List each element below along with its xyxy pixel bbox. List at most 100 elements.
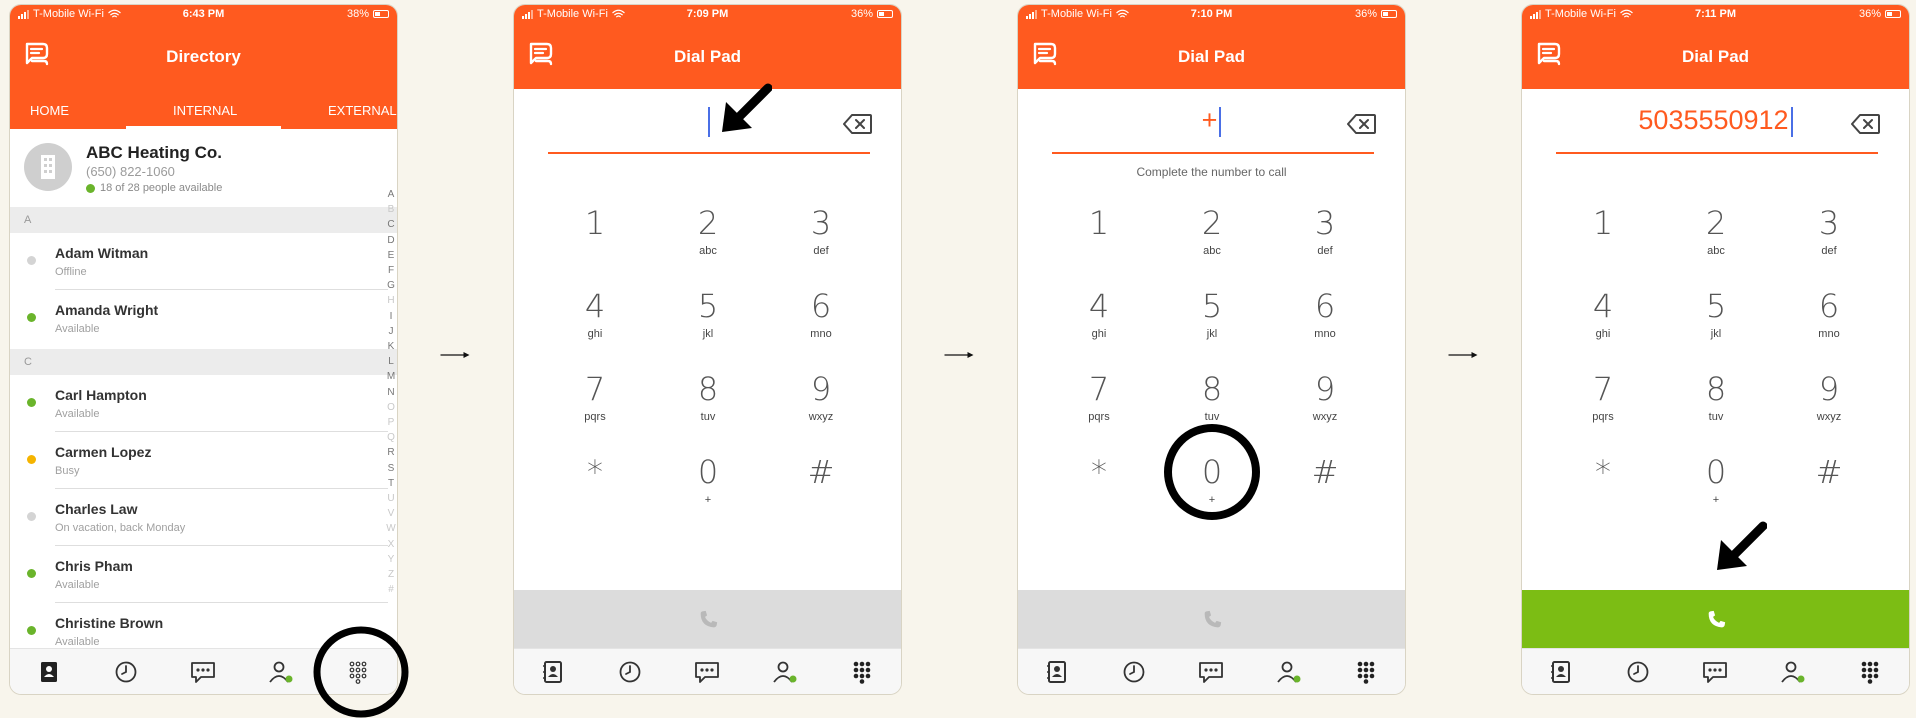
dialpad-icon[interactable]	[849, 659, 875, 685]
recents-clock-icon[interactable]	[1121, 659, 1147, 685]
key-5[interactable]: 5 jkl	[673, 290, 743, 346]
index-letter[interactable]: R	[387, 445, 394, 460]
directory-icon[interactable]	[1044, 659, 1070, 685]
key-5[interactable]: 5 jkl	[1681, 290, 1751, 346]
key-2[interactable]: 2 abc	[1681, 207, 1751, 263]
contact-row[interactable]: Charles Law On vacation, back Monday	[10, 489, 390, 546]
number-entry-field[interactable]: +	[1052, 105, 1371, 139]
number-entry-field[interactable]	[548, 105, 867, 139]
index-letter[interactable]: C	[387, 217, 394, 232]
presence-person-icon[interactable]	[1780, 659, 1806, 685]
directory-icon[interactable]	[1548, 659, 1574, 685]
contact-row[interactable]: Carmen Lopez Busy	[10, 432, 390, 489]
key-hash[interactable]: #	[1794, 456, 1864, 512]
call-button[interactable]	[1522, 590, 1909, 650]
messages-icon[interactable]	[694, 659, 720, 685]
key-8[interactable]: 8 tuv	[673, 373, 743, 429]
key-6[interactable]: 6 mno	[786, 290, 856, 346]
contact-row[interactable]: Adam Witman Offline	[10, 233, 390, 290]
key-star[interactable]: *	[1064, 456, 1134, 512]
key-9[interactable]: 9 wxyz	[1290, 373, 1360, 429]
key-6[interactable]: 6 mno	[1794, 290, 1864, 346]
index-letter[interactable]: Z	[388, 567, 394, 582]
tab-internal[interactable]: INTERNAL	[173, 103, 237, 118]
key-2[interactable]: 2 abc	[1177, 207, 1247, 263]
index-letter[interactable]: M	[387, 369, 395, 384]
key-3[interactable]: 3 def	[786, 207, 856, 263]
index-letter[interactable]: N	[387, 385, 394, 400]
index-letter[interactable]: I	[390, 309, 393, 324]
index-letter[interactable]: P	[388, 415, 395, 430]
index-letter[interactable]: H	[387, 293, 394, 308]
key-7[interactable]: 7 pqrs	[560, 373, 630, 429]
key-hash[interactable]: #	[1290, 456, 1360, 512]
index-letter[interactable]: B	[388, 202, 395, 217]
key-2[interactable]: 2 abc	[673, 207, 743, 263]
key-0[interactable]: 0 +	[1681, 456, 1751, 512]
key-4[interactable]: 4 ghi	[1064, 290, 1134, 346]
messages-icon[interactable]	[1702, 659, 1728, 685]
dialpad-icon[interactable]	[1857, 659, 1883, 685]
index-letter[interactable]: U	[387, 491, 394, 506]
recents-clock-icon[interactable]	[617, 659, 643, 685]
key-7[interactable]: 7 pqrs	[1064, 373, 1134, 429]
key-9[interactable]: 9 wxyz	[786, 373, 856, 429]
key-1[interactable]: 1	[1568, 207, 1638, 263]
recents-clock-icon[interactable]	[1625, 659, 1651, 685]
recents-clock-icon[interactable]	[113, 659, 139, 685]
directory-icon[interactable]	[36, 659, 62, 685]
key-star[interactable]: *	[560, 456, 630, 512]
presence-person-icon[interactable]	[772, 659, 798, 685]
index-letter[interactable]: K	[388, 339, 395, 354]
messages-icon[interactable]	[1198, 659, 1224, 685]
contact-row[interactable]: Carl Hampton Available	[10, 375, 390, 432]
key-9[interactable]: 9 wxyz	[1794, 373, 1864, 429]
contact-row[interactable]: Chris Pham Available	[10, 546, 390, 603]
index-letter[interactable]: S	[388, 461, 395, 476]
backspace-icon[interactable]	[843, 113, 873, 135]
index-letter[interactable]: W	[386, 521, 395, 536]
key-hash[interactable]: #	[786, 456, 856, 512]
messages-icon[interactable]	[190, 659, 216, 685]
index-letter[interactable]: #	[388, 582, 394, 597]
tab-home[interactable]: HOME	[30, 103, 69, 118]
index-letter[interactable]: E	[388, 248, 395, 263]
key-8[interactable]: 8 tuv	[1177, 373, 1247, 429]
index-letter[interactable]: T	[388, 476, 394, 491]
index-letter[interactable]: L	[388, 354, 394, 369]
key-0[interactable]: 0 +	[673, 456, 743, 512]
presence-person-icon[interactable]	[1276, 659, 1302, 685]
contact-row[interactable]: Amanda Wright Available	[10, 290, 390, 347]
tab-external[interactable]: EXTERNAL	[328, 103, 397, 118]
index-letter[interactable]: G	[387, 278, 395, 293]
key-3[interactable]: 3 def	[1794, 207, 1864, 263]
index-letter[interactable]: O	[387, 400, 395, 415]
backspace-icon[interactable]	[1851, 113, 1881, 135]
index-letter[interactable]: D	[387, 233, 394, 248]
company-card[interactable]: ABC Heating Co. (650) 822-1060 18 of 28 …	[10, 131, 390, 207]
key-1[interactable]: 1	[560, 207, 630, 263]
index-letter[interactable]: F	[388, 263, 394, 278]
dialpad-icon[interactable]	[1353, 659, 1379, 685]
index-letter[interactable]: J	[389, 324, 394, 339]
key-4[interactable]: 4 ghi	[1568, 290, 1638, 346]
key-4[interactable]: 4 ghi	[560, 290, 630, 346]
index-letter[interactable]: X	[388, 537, 395, 552]
backspace-icon[interactable]	[1347, 113, 1377, 135]
key-7[interactable]: 7 pqrs	[1568, 373, 1638, 429]
key-star[interactable]: *	[1568, 456, 1638, 512]
key-6[interactable]: 6 mno	[1290, 290, 1360, 346]
index-letter[interactable]: A	[388, 187, 395, 202]
directory-icon[interactable]	[540, 659, 566, 685]
call-button[interactable]	[514, 590, 901, 650]
index-letter[interactable]: Q	[387, 430, 395, 445]
key-1[interactable]: 1	[1064, 207, 1134, 263]
key-3[interactable]: 3 def	[1290, 207, 1360, 263]
number-entry-field[interactable]: 5035550912	[1556, 105, 1875, 139]
alphabet-index[interactable]: A B C D E F G H I J K L M N O P Q R S T U V W X Y Z #	[384, 187, 397, 597]
presence-person-icon[interactable]	[268, 659, 294, 685]
key-8[interactable]: 8 tuv	[1681, 373, 1751, 429]
index-letter[interactable]: V	[388, 506, 395, 521]
call-button[interactable]	[1018, 590, 1405, 650]
index-letter[interactable]: Y	[388, 552, 395, 567]
